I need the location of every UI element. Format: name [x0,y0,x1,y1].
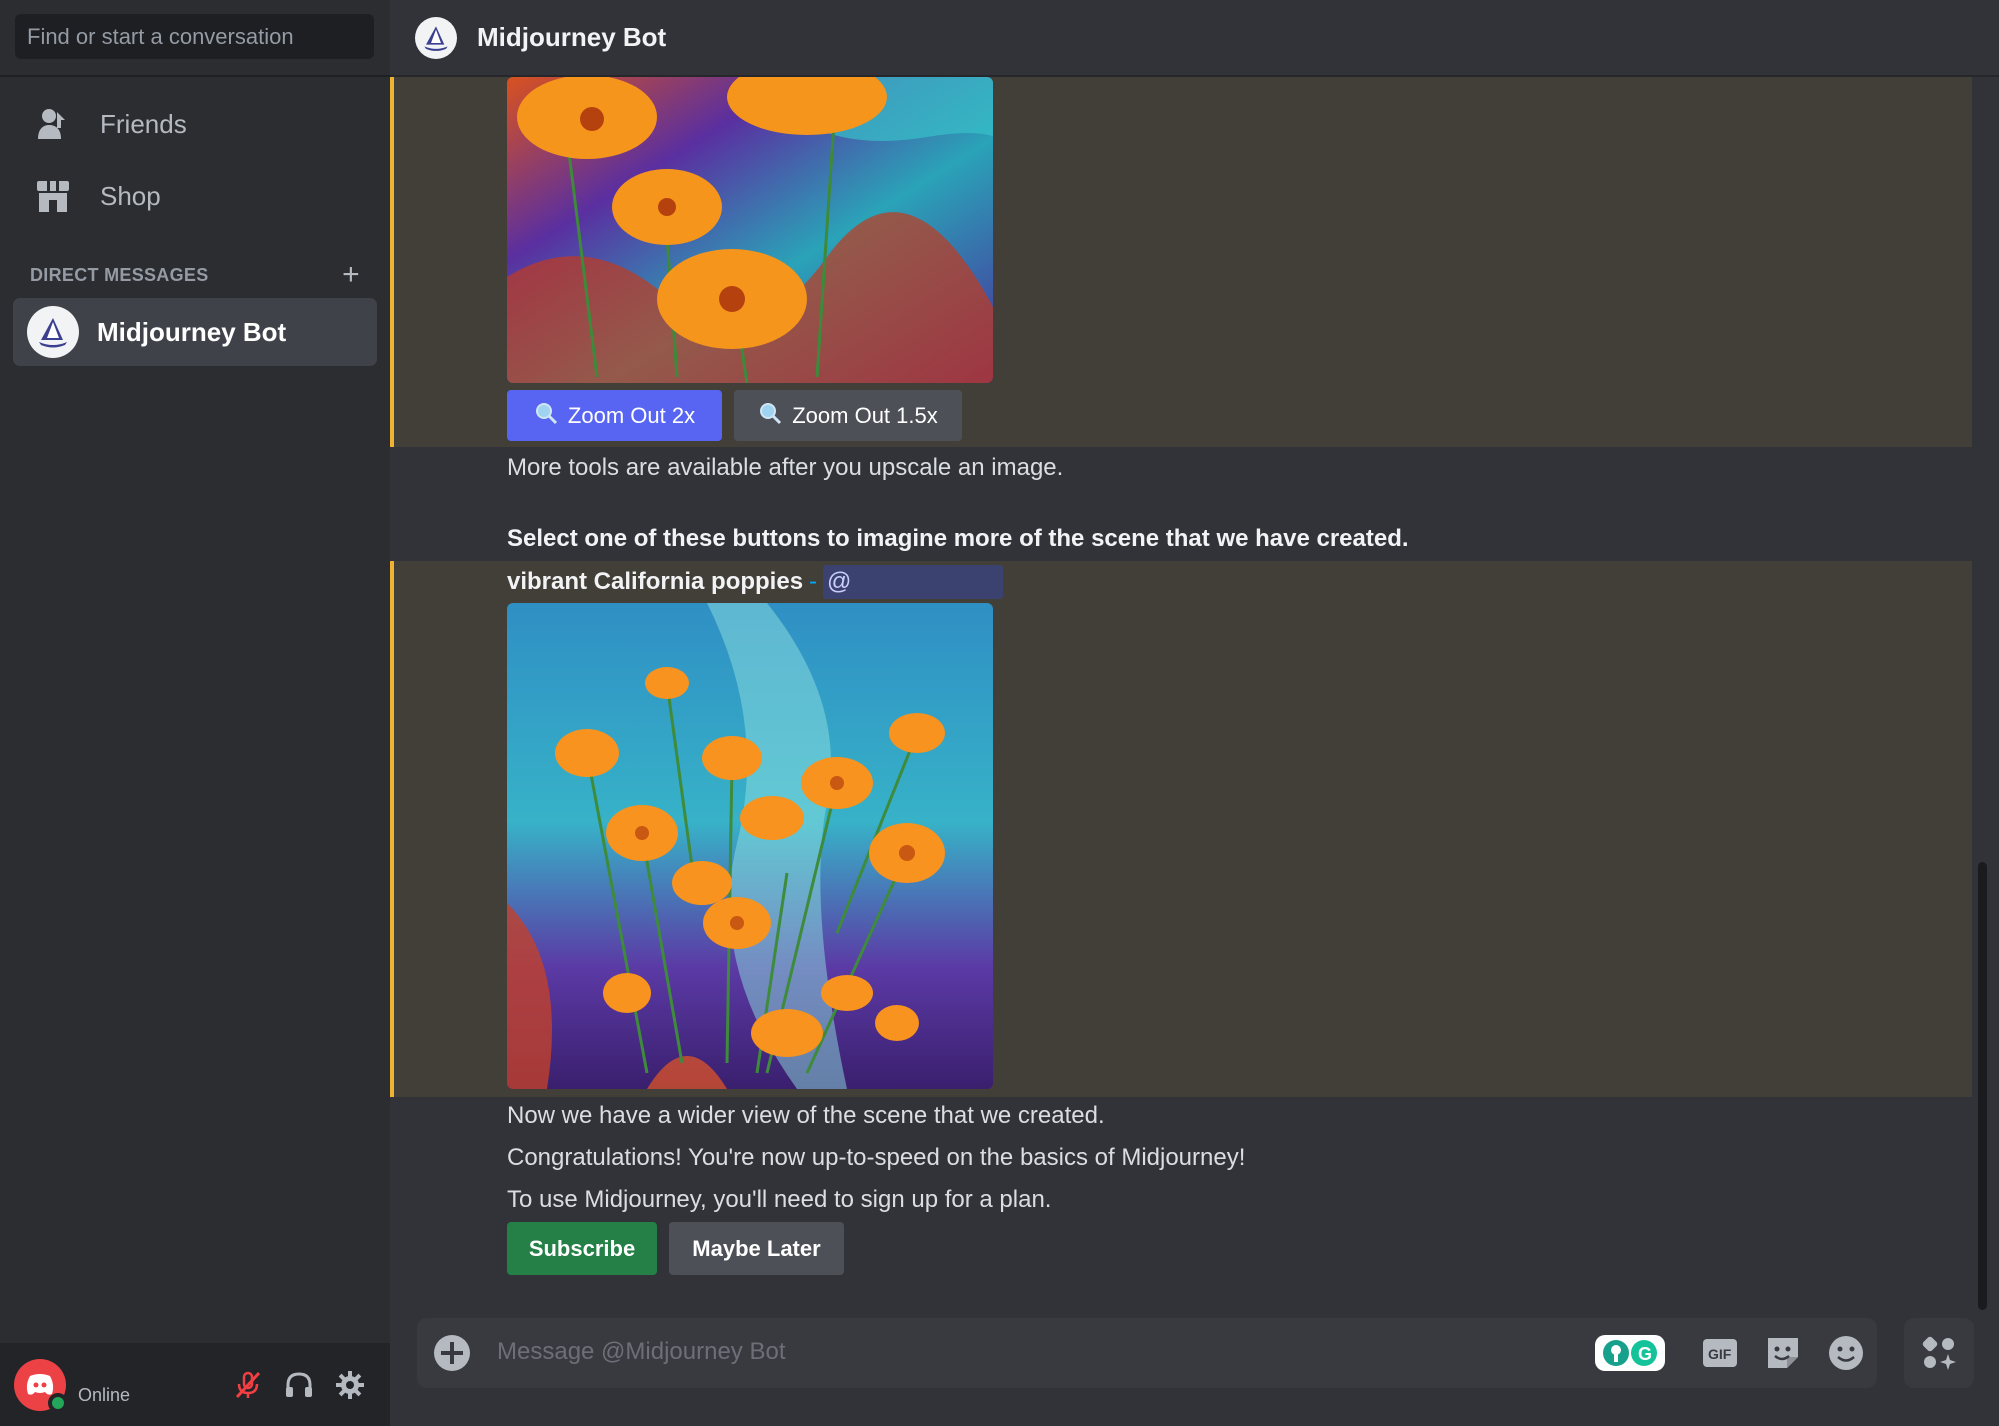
message-text: More tools are available after you upsca… [507,454,1064,481]
nav-item-friends[interactable]: Friends [14,93,376,155]
zoom-out-2x-button[interactable]: Zoom Out 2x [507,390,722,441]
generated-image[interactable] [507,77,993,383]
generated-image[interactable] [507,603,993,1089]
zoom-out-1-5x-button[interactable]: Zoom Out 1.5x [734,390,962,441]
maybe-later-button[interactable]: Maybe Later [669,1222,844,1275]
magnifier-icon [758,401,782,431]
message-text: To use Midjourney, you'll need to sign u… [507,1186,1052,1213]
dm-item-midjourney-bot[interactable]: Midjourney Bot [13,298,377,366]
sidebar: Find or start a conversation Friends Sho… [0,0,390,1426]
zoom-out-1-5x-label: Zoom Out 1.5x [792,402,938,428]
user-panel: Online [0,1343,390,1426]
nav-item-label: Friends [100,108,187,139]
emoji-icon[interactable] [1825,1332,1867,1374]
dm-header-label: DIRECT MESSAGES [30,264,209,285]
message-text: Now we have a wider view of the scene th… [507,1102,1105,1129]
svg-text:G: G [1638,1344,1652,1364]
channel-header: Midjourney Bot [390,0,1999,77]
message-text-bold: Select one of these buttons to imagine m… [507,525,1409,552]
dm-item-label: Midjourney Bot [97,316,287,347]
user-mention[interactable]: @ [823,565,1004,599]
nav-item-shop[interactable]: Shop [14,165,376,227]
prompt-separator: - [809,568,818,595]
message-text: Congratulations! You're now up-to-speed … [507,1144,1246,1171]
user-status-text: Online [78,1385,131,1405]
midjourney-avatar [415,16,457,59]
nav-item-label: Shop [100,180,161,211]
chat-main: Midjourney Bot Zoom Out 2x Zoom Out 1.5x… [390,0,1999,1426]
grammarly-icon[interactable]: G [1594,1332,1666,1374]
gif-label: GIF [1708,1346,1732,1362]
online-status-dot [48,1393,68,1413]
mic-muted-icon[interactable] [228,1365,268,1405]
prompt-line: vibrant California poppies - @ [507,565,1004,599]
attach-plus-icon[interactable] [432,1333,472,1373]
headphones-icon[interactable] [279,1365,319,1405]
zoom-out-2x-label: Zoom Out 2x [567,402,696,428]
apps-icon[interactable] [1904,1318,1974,1388]
direct-messages-header: DIRECT MESSAGES + [30,260,360,290]
add-dm-plus-icon[interactable]: + [342,260,360,290]
gif-icon[interactable]: GIF [1699,1332,1741,1374]
message-composer: Message @Midjourney Bot G GIF [417,1318,1877,1388]
sticker-icon[interactable] [1762,1332,1804,1374]
magnifier-icon [534,401,558,431]
shop-icon [34,177,72,215]
scrollbar-thumb[interactable] [1978,862,1987,1310]
search-bar: Find or start a conversation [0,0,390,77]
prompt-text: vibrant California poppies [507,568,804,595]
settings-gear-icon[interactable] [330,1365,370,1405]
message-input[interactable]: Message @Midjourney Bot [497,1338,786,1366]
search-input[interactable]: Find or start a conversation [15,14,374,59]
channel-title: Midjourney Bot [477,22,667,52]
friends-icon [34,105,72,143]
midjourney-avatar [27,306,79,358]
subscribe-button[interactable]: Subscribe [507,1222,657,1275]
